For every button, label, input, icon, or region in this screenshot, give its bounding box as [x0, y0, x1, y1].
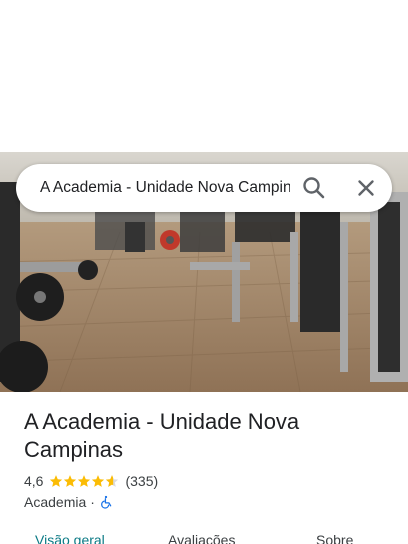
half-star-icon	[106, 475, 119, 487]
search-input[interactable]: A Academia - Unidade Nova Campinas	[40, 178, 290, 198]
close-button[interactable]	[352, 174, 380, 202]
tab-bar: Visão geral Avaliações Sobre	[0, 528, 408, 544]
search-icon	[303, 177, 325, 199]
separator-dot: ·	[90, 494, 95, 510]
search-button[interactable]	[300, 174, 328, 202]
wheelchair-icon	[101, 495, 112, 509]
star-icon	[78, 475, 91, 487]
category-label: Academia	[24, 494, 87, 510]
rating-row[interactable]: 4,6 (335)	[24, 472, 158, 490]
review-count: (335)	[125, 473, 159, 489]
search-bar[interactable]: A Academia - Unidade Nova Campinas	[16, 164, 392, 212]
star-icon	[50, 475, 63, 487]
rating-stars	[49, 474, 119, 488]
map-blank-area	[0, 0, 408, 152]
star-icon	[64, 475, 77, 487]
star-icon	[92, 475, 105, 487]
tab-reviews[interactable]: Avaliações	[168, 532, 235, 544]
close-icon	[358, 180, 374, 196]
tab-about[interactable]: Sobre	[316, 532, 353, 544]
rating-value: 4,6	[24, 473, 44, 489]
tab-overview[interactable]: Visão geral	[35, 532, 105, 544]
place-title: A Academia - Unidade Nova Campinas	[24, 409, 300, 462]
category-row: Academia ·	[24, 493, 113, 511]
